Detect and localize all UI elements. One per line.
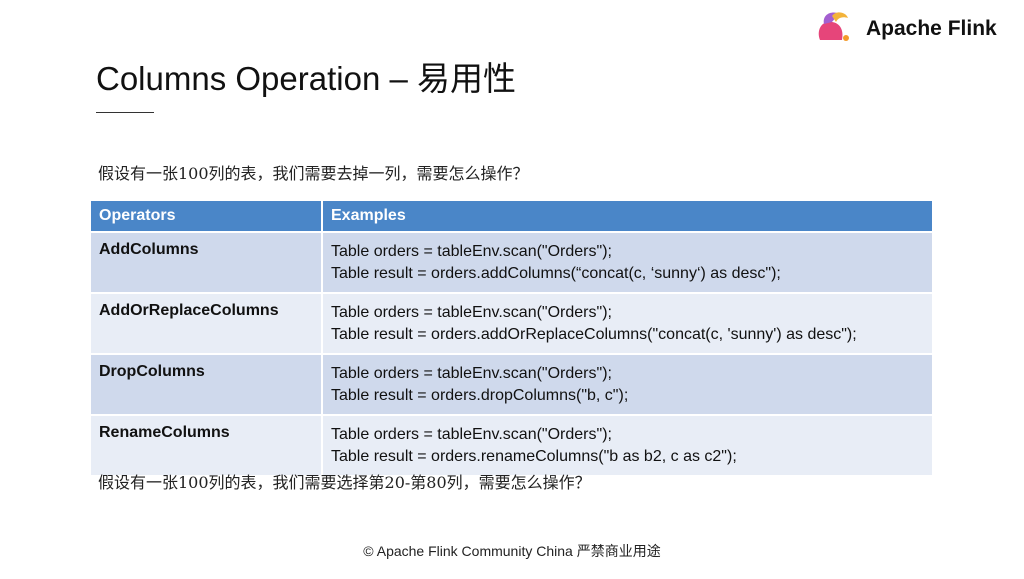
logo-text: Apache Flink <box>866 17 997 40</box>
code-line: Table result = orders.renameColumns("b a… <box>331 447 737 465</box>
question-select-columns: 假设有一张100列的表，我们需要选择第20-第80列，需要怎么操作？ <box>98 473 591 492</box>
operators-table: Operators Examples AddColumns Table orde… <box>91 201 934 477</box>
header-examples: Examples <box>322 201 934 233</box>
operator-name: DropColumns <box>91 354 323 416</box>
code-line: Table orders = tableEnv.scan("Orders"); <box>331 242 612 260</box>
code-line: Table result = orders.dropColumns("b, c"… <box>331 386 629 404</box>
code-line: Table orders = tableEnv.scan("Orders"); <box>331 303 612 321</box>
table-row: AddOrReplaceColumns Table orders = table… <box>91 293 934 355</box>
operator-name: AddColumns <box>91 232 323 294</box>
example-code: Table orders = tableEnv.scan("Orders"); T… <box>322 415 934 477</box>
footer-copyright: © Apache Flink Community China 严禁商业用途 <box>363 543 661 559</box>
header-operators: Operators <box>91 201 323 233</box>
example-code: Table orders = tableEnv.scan("Orders"); T… <box>322 232 934 294</box>
page-title: Columns Operation – 易用性 <box>96 60 516 97</box>
table-row: AddColumns Table orders = tableEnv.scan(… <box>91 232 934 294</box>
table-header-row: Operators Examples <box>91 201 934 233</box>
operator-name: RenameColumns <box>91 415 323 477</box>
table-row: DropColumns Table orders = tableEnv.scan… <box>91 354 934 416</box>
example-code: Table orders = tableEnv.scan("Orders"); T… <box>322 293 934 355</box>
table-row: RenameColumns Table orders = tableEnv.sc… <box>91 415 934 477</box>
title-underline <box>96 112 154 113</box>
code-line: Table result = orders.addOrReplaceColumn… <box>331 325 857 343</box>
question-drop-column: 假设有一张100列的表，我们需要去掉一列，需要怎么操作？ <box>98 164 529 183</box>
apache-flink-logo: Apache Flink <box>814 10 997 48</box>
code-line: Table orders = tableEnv.scan("Orders"); <box>331 364 612 382</box>
code-line: Table result = orders.addColumns(“concat… <box>331 264 781 282</box>
example-code: Table orders = tableEnv.scan("Orders"); T… <box>322 354 934 416</box>
flink-squirrel-icon <box>818 12 849 41</box>
operator-name: AddOrReplaceColumns <box>91 293 323 355</box>
code-line: Table orders = tableEnv.scan("Orders"); <box>331 425 612 443</box>
